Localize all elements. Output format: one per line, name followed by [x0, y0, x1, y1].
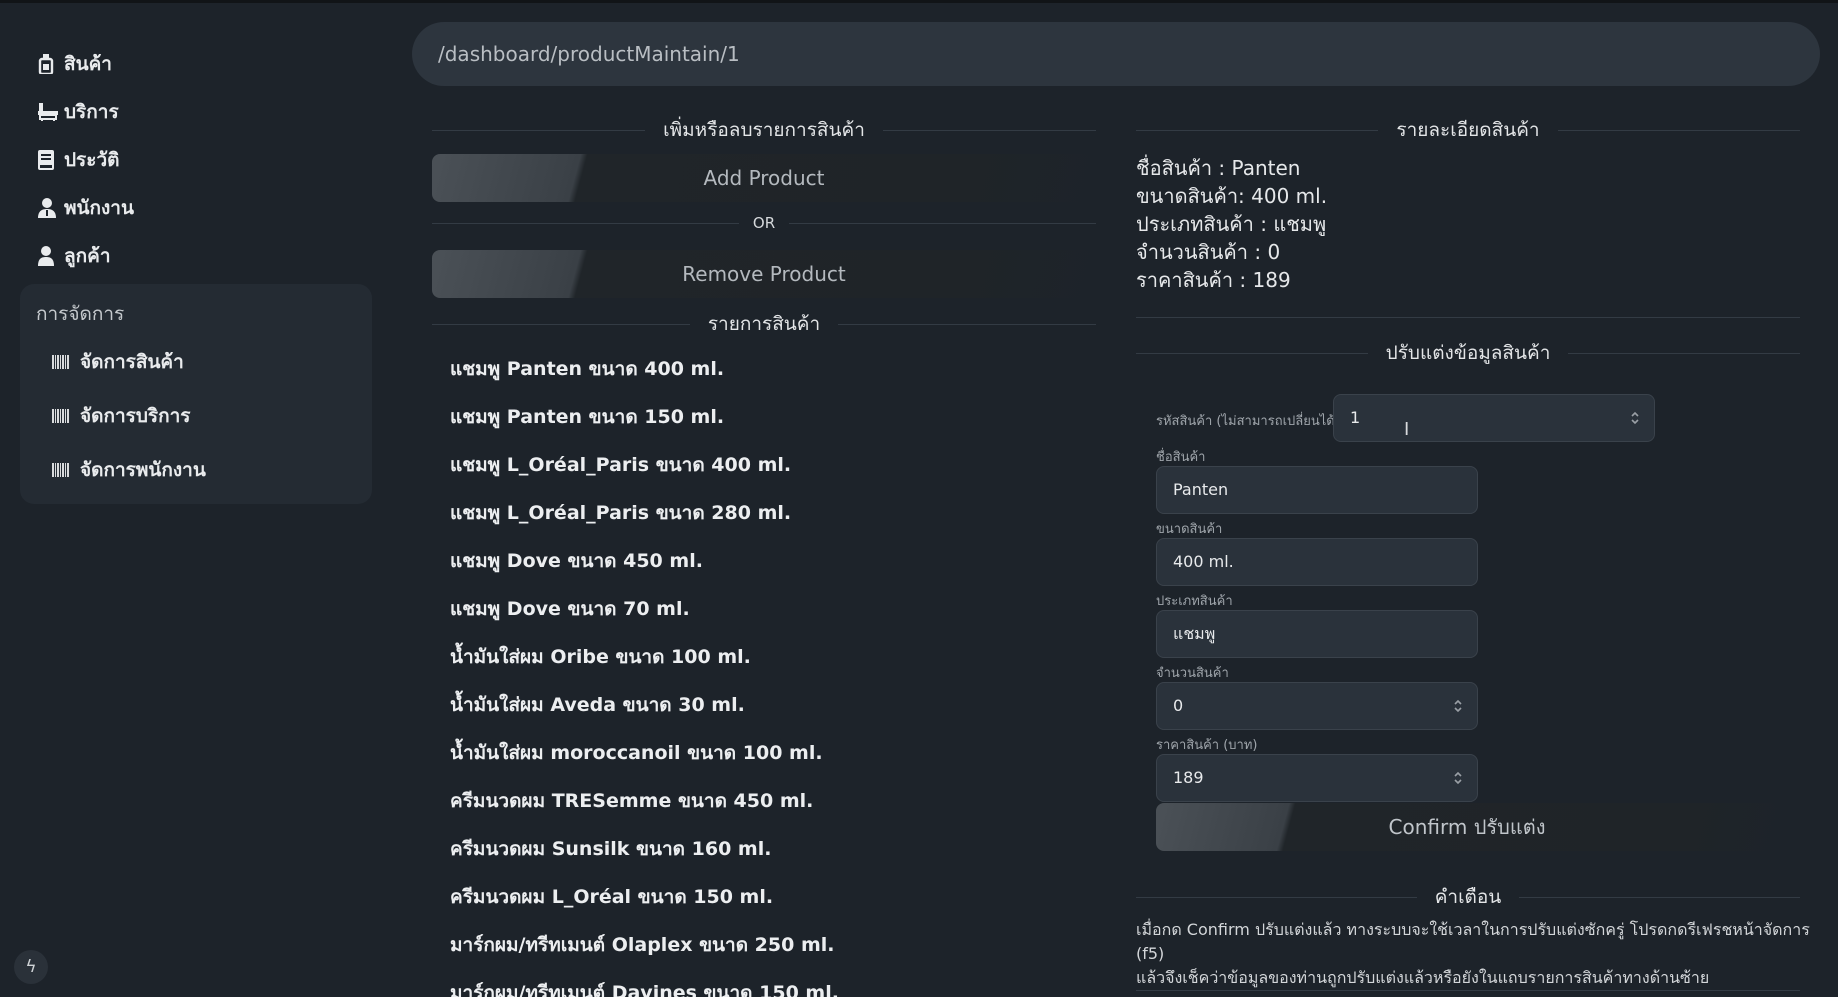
- product-list-item[interactable]: แชมพู Panten ขนาด 150 ml.: [450, 393, 1090, 441]
- detail-name: ชื่อสินค้า : Panten: [1136, 156, 1301, 180]
- or-divider: OR: [432, 214, 1096, 232]
- product-list: แชมพู Panten ขนาด 400 ml. แชมพู Panten ข…: [450, 345, 1090, 997]
- product-list-item[interactable]: ครีมนวดผม L_Oréal ขนาด 150 ml.: [450, 873, 1090, 921]
- url-bar[interactable]: /dashboard/productMaintain/1: [412, 22, 1820, 86]
- section-title: ปรับแต่งข้อมูลสินค้า: [1385, 342, 1551, 364]
- product-list-item[interactable]: น้ำมันใส่ผม Aveda ขนาด 30 ml.: [450, 681, 1090, 729]
- warning-title: คำเตือน: [1136, 882, 1800, 912]
- product-list-item[interactable]: มาร์กผม/ทรีทเมนต์ Olaplex ขนาด 250 ml.: [450, 921, 1090, 969]
- barcode-icon: [52, 355, 74, 369]
- product-quantity-field[interactable]: 0: [1156, 682, 1478, 730]
- manage-submenu: การจัดการ จัดการสินค้า จัดการบริการ จัดก…: [20, 284, 372, 504]
- bolt-icon: ϟ: [25, 957, 37, 977]
- detail-size: ขนาดสินค้า: 400 ml.: [1136, 184, 1328, 208]
- product-list-title: รายการสินค้า: [432, 309, 1096, 339]
- sidebar-item-history[interactable]: ประวัติ: [20, 136, 372, 184]
- product-id-label: รหัสสินค้า (ไม่สามารถเปลี่ยนได้): [1156, 414, 1340, 429]
- product-list-item[interactable]: น้ำมันใส่ผม Oribe ขนาด 100 ml.: [450, 633, 1090, 681]
- barcode-icon: [52, 463, 74, 477]
- confirm-edit-button[interactable]: Confirm ปรับแต่ง: [1156, 803, 1778, 851]
- section-title: คำเตือน: [1434, 886, 1502, 908]
- product-price-field[interactable]: 189: [1156, 754, 1478, 802]
- product-price-value: 189: [1173, 768, 1204, 787]
- sidebar-item-label: ลูกค้า: [64, 245, 111, 267]
- user-icon: [38, 245, 64, 267]
- add-remove-section-title: เพิ่มหรือลบรายการสินค้า: [432, 115, 1096, 145]
- sidebar-item-label: พนักงาน: [64, 197, 134, 219]
- detail-type: ประเภทสินค้า : แชมพู: [1136, 212, 1327, 236]
- sidebar-item-label: ประวัติ: [64, 149, 120, 171]
- product-type-label: ประเภทสินค้า: [1156, 594, 1233, 609]
- product-name-label: ชื่อสินค้า: [1156, 450, 1206, 465]
- product-type-field[interactable]: แชมพู: [1156, 610, 1478, 658]
- divider-line: [1136, 317, 1800, 318]
- warning-line: แล้วจึงเช็คว่าข้อมูลของท่านถูกปรับแต่งแล…: [1136, 968, 1710, 987]
- product-list-item[interactable]: แชมพู Dove ขนาด 70 ml.: [450, 585, 1090, 633]
- bath-icon: [38, 101, 64, 123]
- product-list-item[interactable]: แชมพู L_Oréal_Paris ขนาด 400 ml.: [450, 441, 1090, 489]
- warning-text: เมื่อกด Confirm ปรับแต่งแล้ว ทางระบบจะใช…: [1136, 918, 1826, 990]
- product-name-field[interactable]: Panten: [1156, 466, 1478, 514]
- sidebar-item-services[interactable]: บริการ: [20, 88, 372, 136]
- product-price-label: ราคาสินค้า (บาท): [1156, 738, 1258, 753]
- sidebar-item-label: จัดการสินค้า: [80, 351, 184, 373]
- product-quantity-value: 0: [1173, 696, 1184, 715]
- product-id-value: 1: [1350, 408, 1361, 427]
- manage-submenu-title[interactable]: การจัดการ: [20, 296, 372, 332]
- sidebar-item-manage-staff[interactable]: จัดการพนักงาน: [20, 446, 372, 494]
- sidebar-item-label: บริการ: [64, 101, 119, 123]
- edit-section-title: ปรับแต่งข้อมูลสินค้า: [1136, 338, 1800, 368]
- section-title: รายการสินค้า: [707, 313, 821, 335]
- remove-product-button[interactable]: Remove Product: [432, 250, 1096, 298]
- product-list-item[interactable]: ครีมนวดผม TRESemme ขนาด 450 ml.: [450, 777, 1090, 825]
- section-title: เพิ่มหรือลบรายการสินค้า: [663, 119, 865, 141]
- text-cursor-icon: I: [1404, 419, 1410, 440]
- stepper-icon[interactable]: [1630, 409, 1640, 427]
- bottle-icon: [38, 53, 64, 75]
- section-title: รายละเอียดสินค้า: [1396, 119, 1540, 141]
- product-list-item[interactable]: น้ำมันใส่ผม moroccanoil ขนาด 100 ml.: [450, 729, 1090, 777]
- product-list-item[interactable]: แชมพู Dove ขนาด 450 ml.: [450, 537, 1090, 585]
- top-strip: [0, 0, 1838, 3]
- detail-quantity: จำนวนสินค้า : 0: [1136, 240, 1281, 264]
- sidebar-item-staff[interactable]: พนักงาน: [20, 184, 372, 232]
- stepper-icon[interactable]: [1453, 769, 1463, 787]
- add-product-button[interactable]: Add Product: [432, 154, 1096, 202]
- sidebar-item-label: จัดการพนักงาน: [80, 459, 206, 481]
- product-id-field[interactable]: 1: [1333, 394, 1655, 442]
- warning-line: เมื่อกด Confirm ปรับแต่งแล้ว ทางระบบจะใช…: [1136, 920, 1810, 963]
- theme-toggle-button[interactable]: ϟ: [14, 950, 48, 984]
- product-quantity-label: จำนวนสินค้า: [1156, 666, 1229, 681]
- product-list-item[interactable]: แชมพู Panten ขนาด 400 ml.: [450, 345, 1090, 393]
- book-icon: [38, 149, 64, 171]
- product-list-item[interactable]: ครีมนวดผม Sunsilk ขนาด 160 ml.: [450, 825, 1090, 873]
- product-size-label: ขนาดสินค้า: [1156, 522, 1223, 537]
- product-detail: ชื่อสินค้า : Panten ขนาดสินค้า: 400 ml. …: [1136, 154, 1327, 294]
- sidebar-item-customers[interactable]: ลูกค้า: [20, 232, 372, 280]
- stepper-icon[interactable]: [1453, 697, 1463, 715]
- product-list-item[interactable]: มาร์กผม/ทรีทเมนต์ Davines ขนาด 150 ml.: [450, 969, 1090, 997]
- product-detail-title: รายละเอียดสินค้า: [1136, 115, 1800, 145]
- barcode-icon: [52, 409, 74, 423]
- staff-icon: [38, 197, 64, 219]
- divider-line: [1136, 990, 1800, 991]
- sidebar-item-label: จัดการบริการ: [80, 405, 191, 427]
- sidebar-item-label: สินค้า: [64, 53, 112, 75]
- sidebar-item-manage-products[interactable]: จัดการสินค้า: [20, 338, 372, 386]
- detail-price: ราคาสินค้า : 189: [1136, 268, 1291, 292]
- product-size-field[interactable]: 400 ml.: [1156, 538, 1478, 586]
- sidebar: สินค้า บริการ ประวัติ พนักงาน ลูกค้า การ…: [20, 40, 372, 504]
- sidebar-item-manage-services[interactable]: จัดการบริการ: [20, 392, 372, 440]
- or-label: OR: [752, 214, 776, 232]
- product-list-item[interactable]: แชมพู L_Oréal_Paris ขนาด 280 ml.: [450, 489, 1090, 537]
- sidebar-item-products[interactable]: สินค้า: [20, 40, 372, 88]
